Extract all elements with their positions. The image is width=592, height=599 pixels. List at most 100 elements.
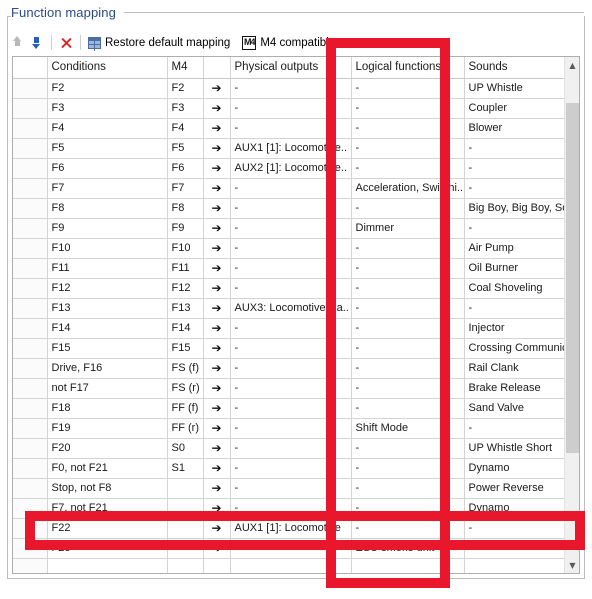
cell-conditions[interactable]: F13 (47, 298, 168, 319)
row-selector-cell[interactable] (13, 178, 48, 199)
cell-m4[interactable]: FF (f) (167, 398, 204, 419)
cell-logical-functions[interactable]: - (351, 198, 465, 219)
cell-m4[interactable]: F7 (167, 178, 204, 199)
cell-conditions[interactable]: F15 (47, 338, 168, 359)
cell-physical-outputs[interactable]: - (230, 338, 352, 359)
cell-physical-outputs[interactable]: - (230, 98, 352, 119)
cell-physical-outputs[interactable]: - (230, 258, 352, 279)
column-header-m4[interactable]: M4 (167, 57, 204, 79)
table-row[interactable]: F15F15➔--Crossing Communica... (13, 338, 565, 359)
cell-sounds[interactable]: - (464, 518, 565, 539)
cell-sounds[interactable]: - (464, 418, 565, 439)
cell-sounds[interactable]: Coupler (464, 98, 565, 119)
cell-m4[interactable]: S0 (167, 438, 204, 459)
move-up-button[interactable] (9, 33, 28, 53)
table-row[interactable]: F22 ➔ AUX1 [1]: Locomotive - - (13, 518, 565, 539)
cell-logical-functions[interactable]: - (351, 478, 465, 499)
row-selector-cell[interactable] (13, 98, 48, 119)
cell-logical-functions[interactable]: - (351, 378, 465, 399)
cell-conditions[interactable]: F10 (47, 238, 168, 259)
table-row[interactable]: F19 FF (r) ➔ - Shift Mode - (13, 418, 565, 439)
cell-physical-outputs[interactable]: - (230, 318, 352, 339)
table-row[interactable]: Drive, F16 FS (f) ➔ - - Rail Clank (13, 358, 565, 379)
cell-physical-outputs[interactable]: - (230, 478, 352, 499)
m4-compatible-button[interactable]: M4 M4 compatible (239, 33, 338, 53)
cell-logical-functions[interactable]: - (351, 518, 465, 539)
cell-arrow[interactable]: ➔ (203, 538, 231, 559)
table-row[interactable]: F13 F13 ➔ AUX3: Locomotive Ca.. - - (13, 298, 565, 319)
table-row[interactable]: F4 F4 ➔ - - Blower (13, 118, 565, 139)
table-row[interactable]: F6 F6 ➔ AUX2 [1]: Locomotive.. - - (13, 158, 565, 179)
cell-conditions[interactable]: F8 (47, 198, 168, 219)
cell-sounds[interactable]: Sand Valve (464, 398, 565, 419)
cell-arrow[interactable]: ➔ (203, 218, 231, 239)
cell-logical-functions[interactable]: - (351, 458, 465, 479)
cell-m4[interactable]: FS (f) (167, 358, 204, 379)
move-down-button[interactable] (28, 33, 47, 53)
cell-conditions[interactable]: F11 (47, 258, 168, 279)
cell-physical-outputs[interactable]: - (230, 538, 352, 559)
cell-logical-functions[interactable]: - (351, 498, 465, 519)
cell-sounds[interactable]: UP Whistle Short (464, 438, 565, 459)
cell-logical-functions[interactable]: ESU smoke unit (351, 538, 465, 559)
cell-sounds[interactable]: Brake Release (464, 378, 565, 399)
cell-m4[interactable] (167, 518, 204, 539)
table-row[interactable]: Stop, not F8 ➔ - - Power Reverse (13, 478, 565, 499)
cell-conditions[interactable]: F9 (47, 218, 168, 239)
cell-sounds[interactable]: Dynamo (464, 458, 565, 479)
cell-logical-functions[interactable]: - (351, 78, 465, 99)
cell-arrow[interactable]: ➔ (203, 178, 231, 199)
cell-arrow[interactable]: ➔ (203, 438, 231, 459)
cell-conditions[interactable]: F5 (47, 138, 168, 159)
cell-conditions[interactable]: F23 (47, 538, 168, 559)
table-row[interactable]: F14 F14 ➔ - - Injector (13, 318, 565, 339)
cell-arrow[interactable]: ➔ (203, 298, 231, 319)
cell-physical-outputs[interactable]: - (230, 198, 352, 219)
cell-arrow[interactable]: ➔ (203, 518, 231, 539)
cell-physical-outputs[interactable]: - (230, 398, 352, 419)
cell-sounds[interactable]: Blower (464, 118, 565, 139)
table-row[interactable]: F20 S0 ➔ - - UP Whistle Short (13, 438, 565, 459)
delete-mapping-button[interactable] (56, 33, 76, 53)
cell-arrow[interactable]: ➔ (203, 138, 231, 159)
table-row[interactable]: F0, not F21 S1 ➔ - - Dynamo (13, 458, 565, 479)
cell-physical-outputs[interactable]: - (230, 218, 352, 239)
cell-arrow[interactable]: ➔ (203, 118, 231, 139)
cell-arrow[interactable]: ➔ (203, 278, 231, 299)
table-row[interactable]: not F17 FS (r) ➔ - - Brake Release (13, 378, 565, 399)
column-header-conditions[interactable]: Conditions (47, 57, 168, 79)
cell-physical-outputs[interactable]: AUX3: Locomotive Ca.. (230, 298, 352, 319)
scroll-down-arrow-icon[interactable]: ▼ (565, 557, 579, 573)
cell-sounds[interactable] (464, 558, 565, 573)
cell-physical-outputs[interactable]: AUX2 [1]: Locomotive.. (230, 158, 352, 179)
cell-conditions[interactable]: F2 (47, 78, 168, 99)
row-selector-cell[interactable] (13, 318, 48, 339)
cell-m4[interactable]: F13 (167, 298, 204, 319)
cell-conditions[interactable]: F6 (47, 158, 168, 179)
row-selector-cell[interactable] (13, 498, 48, 519)
cell-logical-functions[interactable]: - (351, 118, 465, 139)
cell-m4[interactable]: F9 (167, 218, 204, 239)
cell-arrow[interactable]: ➔ (203, 418, 231, 439)
cell-arrow[interactable]: ➔ (203, 98, 231, 119)
cell-arrow[interactable]: ➔ (203, 478, 231, 499)
row-selector-cell[interactable] (13, 158, 48, 179)
row-selector-cell[interactable] (13, 198, 48, 219)
cell-sounds[interactable]: - (464, 158, 565, 179)
table-row[interactable]: F23 ➔ - ESU smoke unit - (13, 538, 565, 559)
cell-logical-functions[interactable]: - (351, 278, 465, 299)
cell-m4[interactable] (167, 538, 204, 559)
cell-conditions[interactable]: Drive, F16 (47, 358, 168, 379)
cell-conditions[interactable]: F19 (47, 418, 168, 439)
cell-arrow[interactable]: ➔ (203, 318, 231, 339)
cell-conditions[interactable]: F7, not F21 (47, 498, 168, 519)
cell-logical-functions[interactable]: - (351, 358, 465, 379)
row-selector-cell[interactable] (13, 358, 48, 379)
scrollbar-thumb[interactable] (566, 103, 579, 453)
row-selector-cell[interactable] (13, 238, 48, 259)
row-selector-cell[interactable] (13, 338, 48, 359)
row-selector-cell[interactable] (13, 538, 48, 559)
cell-m4[interactable]: F8 (167, 198, 204, 219)
row-selector-cell[interactable] (13, 78, 48, 99)
cell-logical-functions[interactable]: - (351, 138, 465, 159)
